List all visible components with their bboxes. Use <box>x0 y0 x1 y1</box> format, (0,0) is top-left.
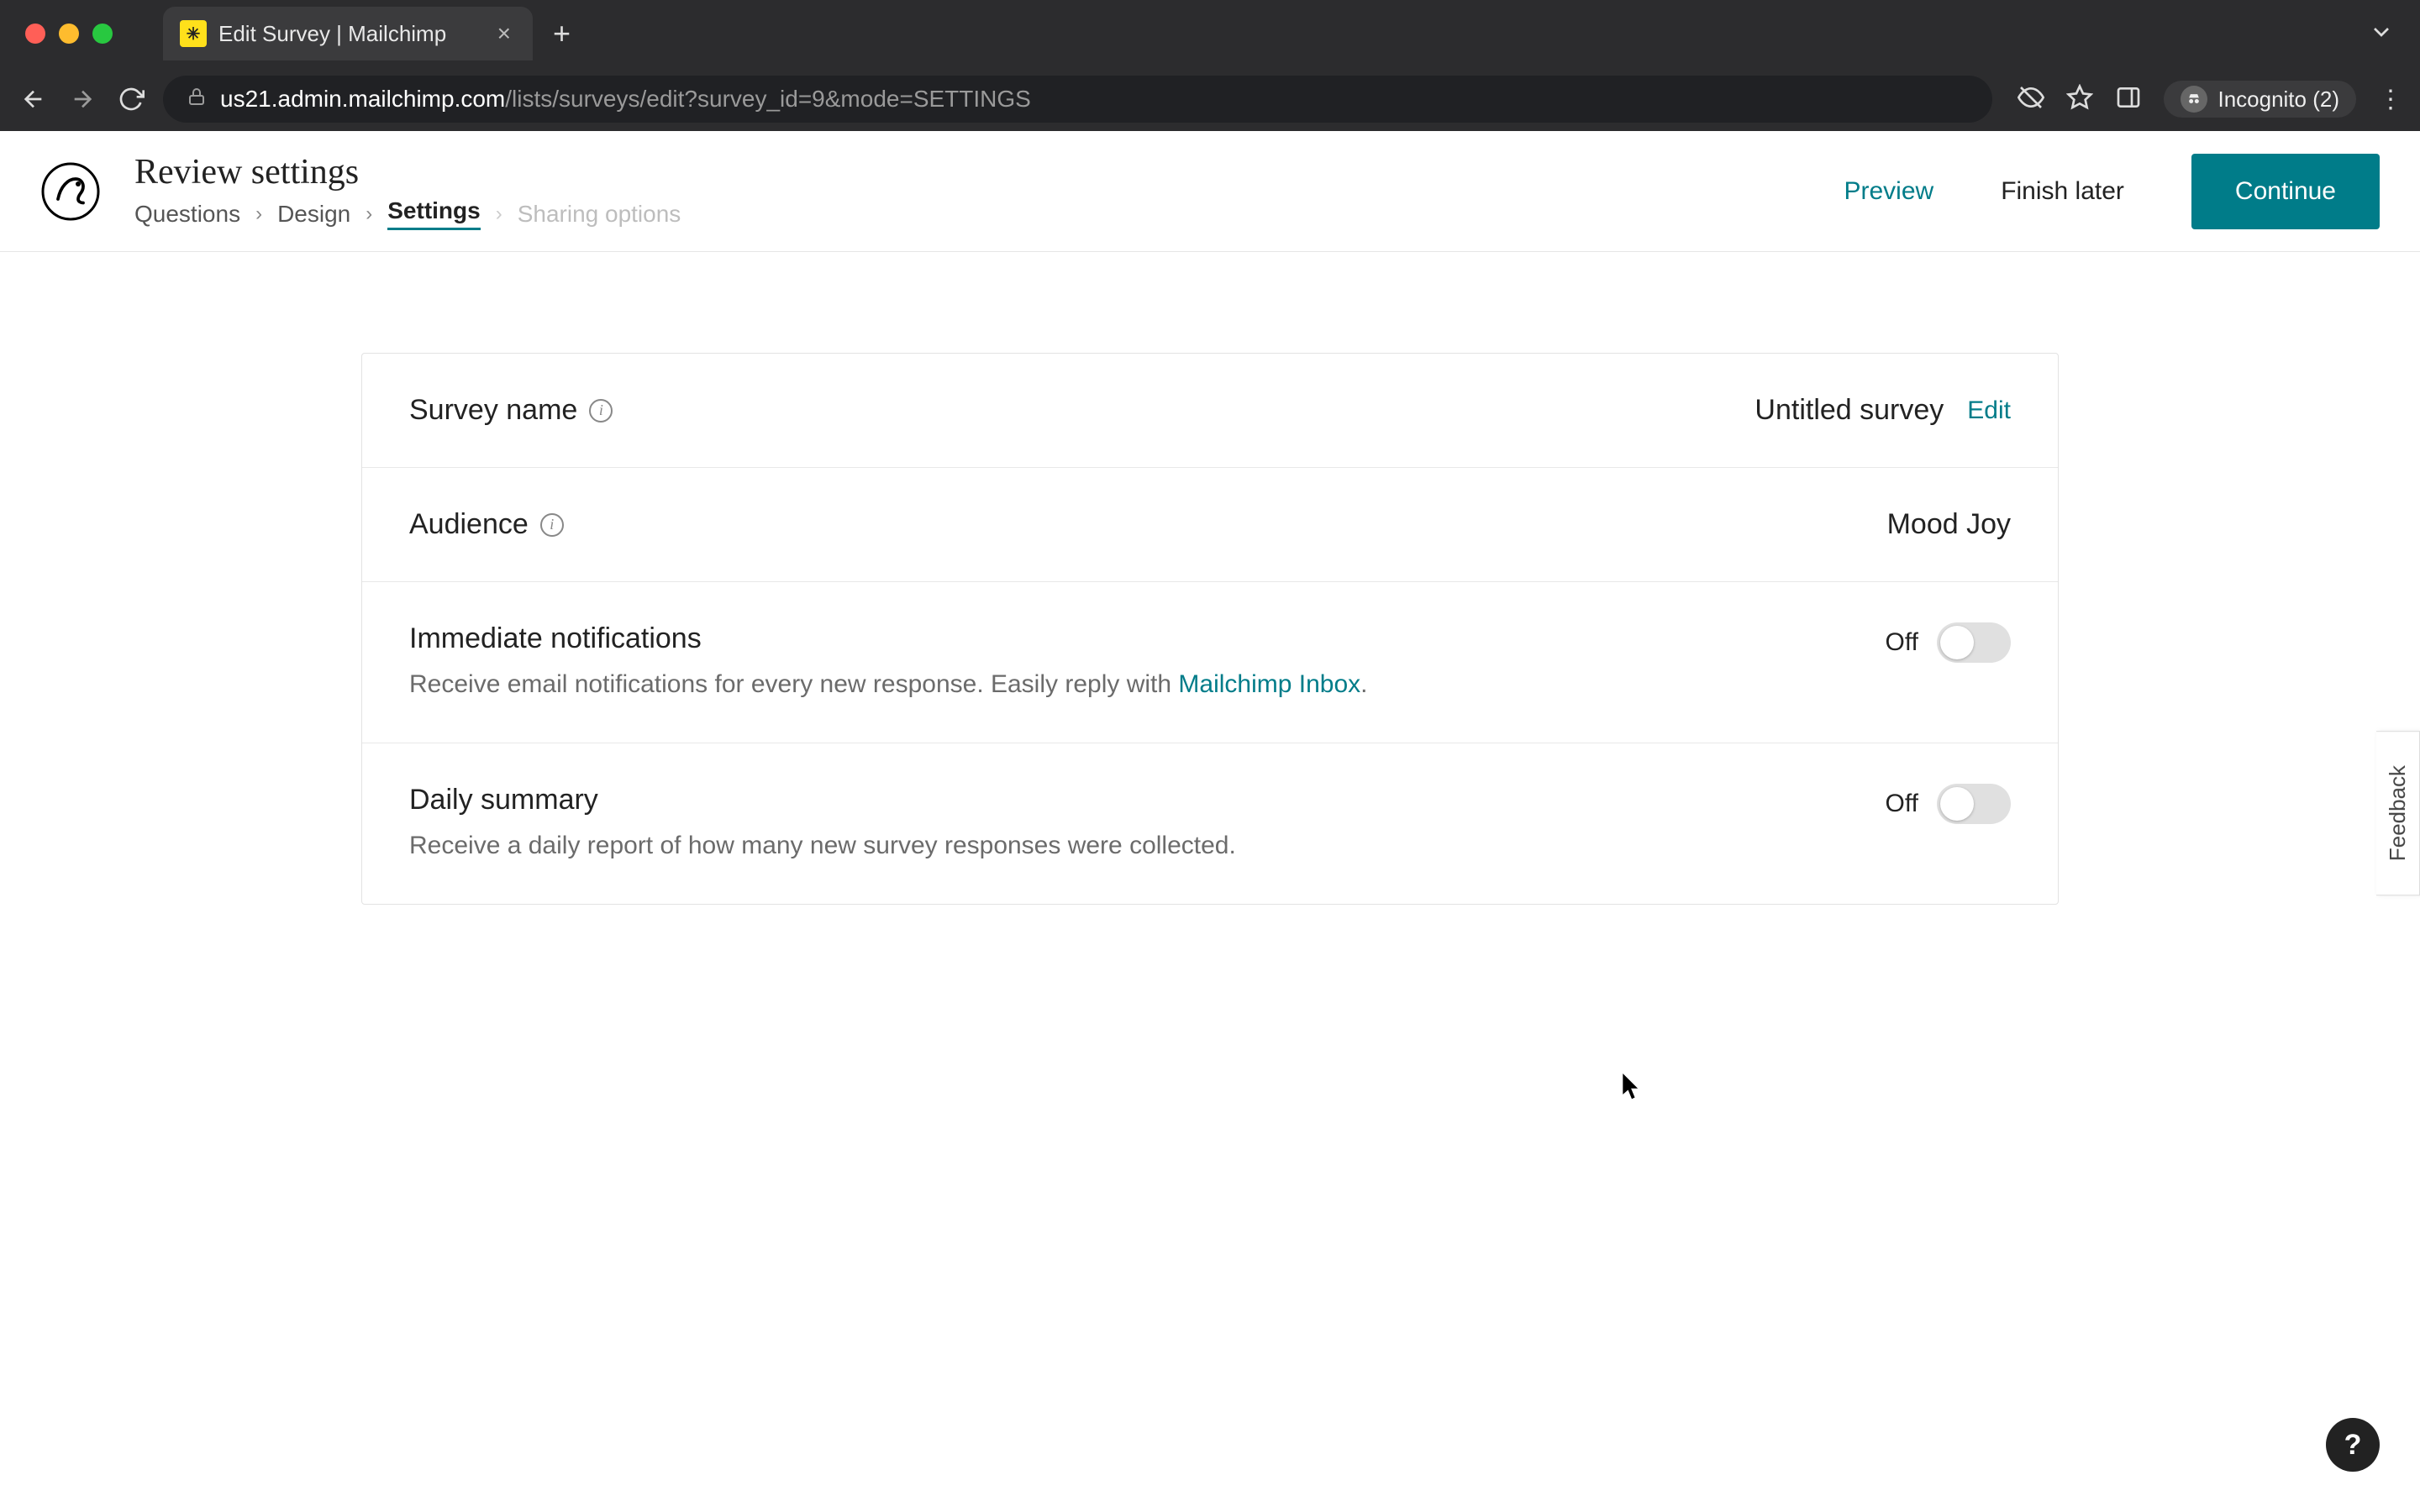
browser-tab[interactable]: ✳ Edit Survey | Mailchimp × <box>163 7 533 60</box>
row-survey-name: Survey name i Untitled survey Edit <box>362 354 2058 468</box>
back-button[interactable] <box>17 82 50 116</box>
survey-name-value: Untitled survey <box>1754 394 1944 427</box>
forward-button[interactable] <box>66 82 99 116</box>
tracking-protection-icon[interactable] <box>2018 84 2044 115</box>
toolbar-right: Incognito (2) ⋮ <box>2018 81 2403 118</box>
main-content: Survey name i Untitled survey Edit Audie… <box>0 252 2420 905</box>
app-header: Review settings Questions › Design › Set… <box>0 131 2420 252</box>
immediate-notifications-toggle[interactable] <box>1937 622 2011 663</box>
toolbar: us21.admin.mailchimp.com/lists/surveys/e… <box>0 67 2420 131</box>
info-icon[interactable]: i <box>589 399 613 423</box>
breadcrumb-questions[interactable]: Questions <box>134 201 240 228</box>
info-icon[interactable]: i <box>540 513 564 537</box>
daily-summary-label: Daily summary <box>409 784 598 816</box>
daily-summary-state: Off <box>1886 790 1918 818</box>
tabs-overflow-icon[interactable] <box>2368 18 2395 50</box>
breadcrumb-settings[interactable]: Settings <box>387 197 480 230</box>
row-daily-summary: Daily summary Receive a daily report of … <box>362 743 2058 904</box>
url-domain: us21.admin.mailchimp.com <box>220 86 505 112</box>
tab-title: Edit Survey | Mailchimp <box>218 21 481 47</box>
page-title: Review settings <box>134 152 1810 192</box>
chevron-right-icon: › <box>496 202 502 226</box>
address-bar[interactable]: us21.admin.mailchimp.com/lists/surveys/e… <box>163 76 1992 123</box>
window-close-icon[interactable] <box>25 24 45 44</box>
mailchimp-logo-icon[interactable] <box>40 161 101 222</box>
window-minimize-icon[interactable] <box>59 24 79 44</box>
preview-link[interactable]: Preview <box>1844 177 1933 206</box>
tab-strip: ✳ Edit Survey | Mailchimp × + <box>0 0 2420 67</box>
header-actions: Preview Finish later Continue <box>1844 154 2380 229</box>
chevron-right-icon: › <box>366 202 372 226</box>
daily-summary-desc: Receive a daily report of how many new s… <box>409 828 1852 864</box>
incognito-icon <box>2181 86 2207 113</box>
window-controls <box>25 24 113 44</box>
breadcrumb: Questions › Design › Settings › Sharing … <box>134 197 1810 230</box>
continue-button[interactable]: Continue <box>2191 154 2380 229</box>
feedback-tab[interactable]: Feedback <box>2376 731 2420 895</box>
incognito-label: Incognito (2) <box>2217 87 2339 113</box>
browser-menu-icon[interactable]: ⋮ <box>2378 85 2403 114</box>
reload-button[interactable] <box>114 82 148 116</box>
breadcrumb-design[interactable]: Design <box>277 201 350 228</box>
panel-icon[interactable] <box>2115 84 2142 115</box>
mailchimp-inbox-link[interactable]: Mailchimp Inbox <box>1178 670 1360 698</box>
tab-close-icon[interactable]: × <box>492 20 516 47</box>
help-button[interactable]: ? <box>2326 1418 2380 1472</box>
immediate-notifications-desc: Receive email notifications for every ne… <box>409 667 1852 702</box>
incognito-indicator[interactable]: Incognito (2) <box>2164 81 2356 118</box>
immediate-notifications-label: Immediate notifications <box>409 622 702 655</box>
window-maximize-icon[interactable] <box>92 24 113 44</box>
finish-later-link[interactable]: Finish later <box>2001 177 2124 206</box>
row-immediate-notifications: Immediate notifications Receive email no… <box>362 582 2058 743</box>
new-tab-button[interactable]: + <box>553 16 571 51</box>
tab-favicon-icon: ✳ <box>180 20 207 47</box>
daily-summary-toggle[interactable] <box>1937 784 2011 824</box>
survey-name-label: Survey name <box>409 394 577 427</box>
browser-chrome: ✳ Edit Survey | Mailchimp × + us21.admin… <box>0 0 2420 131</box>
audience-value: Mood Joy <box>1887 508 2011 541</box>
bookmark-icon[interactable] <box>2066 84 2093 115</box>
lock-icon <box>187 86 207 113</box>
breadcrumb-sharing: Sharing options <box>518 201 681 228</box>
audience-label: Audience <box>409 508 529 541</box>
immediate-notifications-state: Off <box>1886 628 1918 657</box>
url-path: /lists/surveys/edit?survey_id=9&mode=SET… <box>505 86 1031 112</box>
row-audience: Audience i Mood Joy <box>362 468 2058 582</box>
settings-card: Survey name i Untitled survey Edit Audie… <box>361 353 2059 905</box>
edit-survey-name-link[interactable]: Edit <box>1967 396 2011 425</box>
chevron-right-icon: › <box>255 202 262 226</box>
